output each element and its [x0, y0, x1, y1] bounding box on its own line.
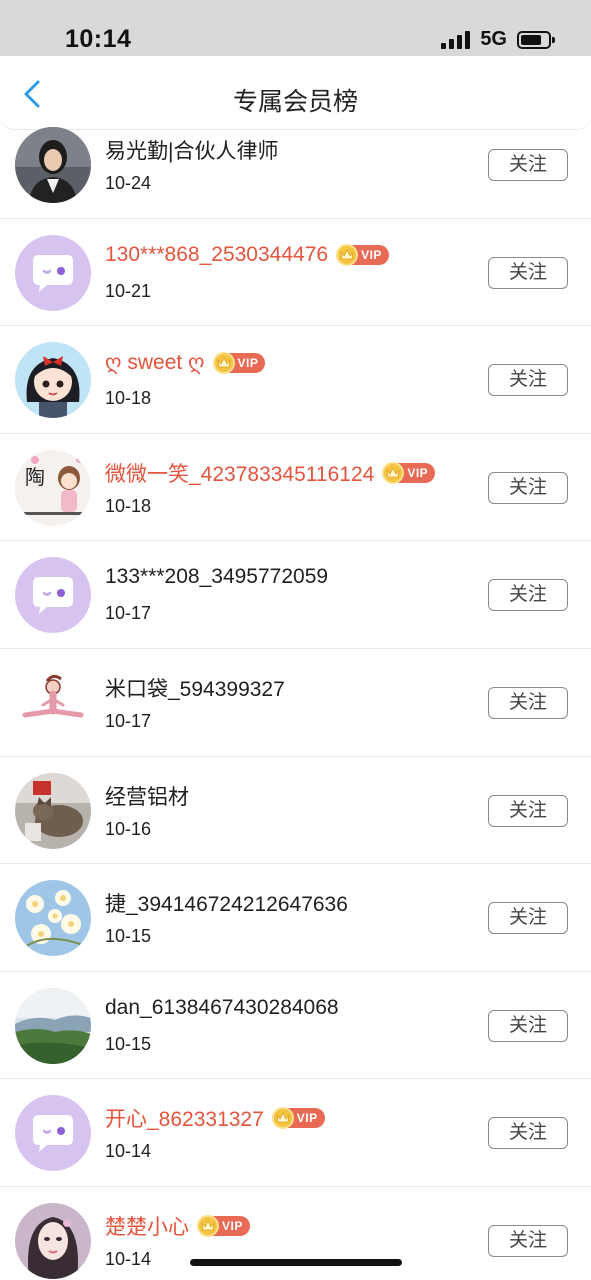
member-name[interactable]: 微微一笑_423783345116124	[105, 458, 374, 488]
member-name-line: 米口袋_594399327	[105, 673, 285, 703]
avatar[interactable]	[15, 127, 91, 203]
member-name-line: ღ sweet ღ VIP	[105, 350, 266, 375]
follow-button[interactable]: 关注	[488, 1009, 568, 1042]
member-name-line: 130***868_2530344476 VIP	[105, 243, 389, 267]
follow-button[interactable]: 关注	[488, 1224, 568, 1257]
avatar[interactable]	[15, 772, 91, 849]
member-name[interactable]: 130***868_2530344476	[105, 243, 328, 267]
member-name[interactable]: ღ sweet ღ	[105, 350, 205, 375]
member-date: 10-18	[105, 388, 152, 409]
avatar[interactable]	[15, 664, 91, 741]
vip-badge: VIP	[382, 461, 436, 484]
crown-icon	[271, 1107, 294, 1130]
member-date: 10-17	[105, 710, 152, 731]
member-name-line: 捷_394146724212647636	[105, 888, 348, 918]
member-name[interactable]: 米口袋_594399327	[105, 673, 285, 703]
crown-icon	[212, 351, 235, 374]
follow-button[interactable]: 关注	[488, 471, 568, 504]
avatar[interactable]	[15, 557, 91, 634]
member-row[interactable]: dan_6138467430284068 10-15 关注	[0, 972, 591, 1080]
crown-icon	[197, 1214, 219, 1237]
member-name[interactable]: 经营铝材	[105, 781, 189, 811]
vip-badge: VIP	[212, 351, 266, 374]
member-name[interactable]: 133***208_3495772059	[105, 565, 328, 589]
vip-label: VIP	[237, 355, 259, 370]
vip-badge: VIP	[197, 1214, 250, 1237]
member-row[interactable]: 经营铝材 10-16 关注	[0, 757, 591, 865]
follow-button[interactable]: 关注	[488, 256, 568, 289]
status-time: 10:14	[65, 25, 132, 53]
home-indicator[interactable]	[190, 1259, 402, 1266]
follow-button[interactable]: 关注	[488, 149, 568, 181]
member-name[interactable]: dan_6138467430284068	[105, 996, 339, 1020]
member-date: 10-14	[105, 1248, 152, 1269]
member-name-line: 开心_862331327 VIP	[105, 1103, 325, 1133]
member-name-line: 楚楚小心 VIP	[105, 1211, 250, 1241]
member-row[interactable]: 开心_862331327 VIP 10-14 关注	[0, 1079, 591, 1187]
vip-badge: VIP	[271, 1107, 325, 1130]
member-name[interactable]: 楚楚小心	[105, 1211, 189, 1241]
status-indicators: 5G	[441, 28, 555, 51]
member-row[interactable]: 陶 微微一笑_423783345116124 VIP 10-18 关注	[0, 434, 591, 542]
crown-icon	[382, 461, 405, 484]
follow-button[interactable]: 关注	[488, 364, 568, 397]
avatar[interactable]	[15, 1202, 91, 1279]
follow-button[interactable]: 关注	[488, 902, 568, 935]
signal-icon	[441, 30, 471, 49]
member-date: 10-16	[105, 818, 152, 839]
member-date: 10-14	[105, 1141, 152, 1162]
vip-label: VIP	[407, 465, 429, 480]
vip-badge: VIP	[336, 243, 389, 266]
member-row[interactable]: 易光勤|合伙人律师 10-24 关注	[0, 111, 591, 219]
member-date: 10-18	[105, 495, 152, 516]
vip-label: VIP	[296, 1111, 318, 1126]
network-label: 5G	[480, 28, 507, 50]
avatar[interactable]	[15, 880, 91, 957]
vip-label: VIP	[361, 247, 382, 262]
avatar[interactable]	[15, 342, 91, 419]
member-name-line: 微微一笑_423783345116124 VIP	[105, 458, 436, 488]
avatar[interactable]: 陶	[15, 449, 91, 526]
member-date: 10-24	[105, 173, 152, 193]
member-row[interactable]: 130***868_2530344476 VIP 10-21 关注	[0, 219, 591, 327]
member-name-line: 易光勤|合伙人律师	[105, 135, 278, 165]
follow-button[interactable]: 关注	[488, 579, 568, 612]
member-row[interactable]: ღ sweet ღ VIP 10-18 关注	[0, 326, 591, 434]
avatar[interactable]	[15, 234, 91, 311]
member-row[interactable]: 米口袋_594399327 10-17 关注	[0, 649, 591, 757]
member-list: 易光勤|合伙人律师 10-24 关注 130***868_2530344476 VIP 1…	[0, 111, 591, 1280]
avatar[interactable]	[15, 987, 91, 1064]
battery-icon	[517, 30, 555, 49]
member-name[interactable]: 易光勤|合伙人律师	[105, 135, 278, 165]
member-row[interactable]: 捷_394146724212647636 10-15 关注	[0, 864, 591, 972]
member-name-line: dan_6138467430284068	[105, 996, 339, 1020]
follow-button[interactable]: 关注	[488, 686, 568, 719]
follow-button[interactable]: 关注	[488, 794, 568, 827]
member-name[interactable]: 开心_862331327	[105, 1103, 264, 1133]
member-row[interactable]: 133***208_3495772059 10-17 关注	[0, 541, 591, 649]
member-name[interactable]: 捷_394146724212647636	[105, 888, 348, 918]
member-date: 10-17	[105, 603, 152, 624]
status-bar: 10:14 5G	[0, 0, 591, 56]
crown-icon	[336, 243, 359, 266]
member-date: 10-15	[105, 926, 152, 947]
member-name-line: 经营铝材	[105, 781, 189, 811]
avatar[interactable]	[15, 1095, 91, 1172]
svg-text:陶: 陶	[25, 465, 45, 489]
member-date: 10-21	[105, 280, 152, 301]
member-name-line: 133***208_3495772059	[105, 565, 328, 589]
member-row[interactable]: 楚楚小心 VIP 10-14 关注	[0, 1187, 591, 1280]
follow-button[interactable]: 关注	[488, 1117, 568, 1150]
member-date: 10-15	[105, 1033, 152, 1054]
vip-label: VIP	[222, 1218, 243, 1233]
